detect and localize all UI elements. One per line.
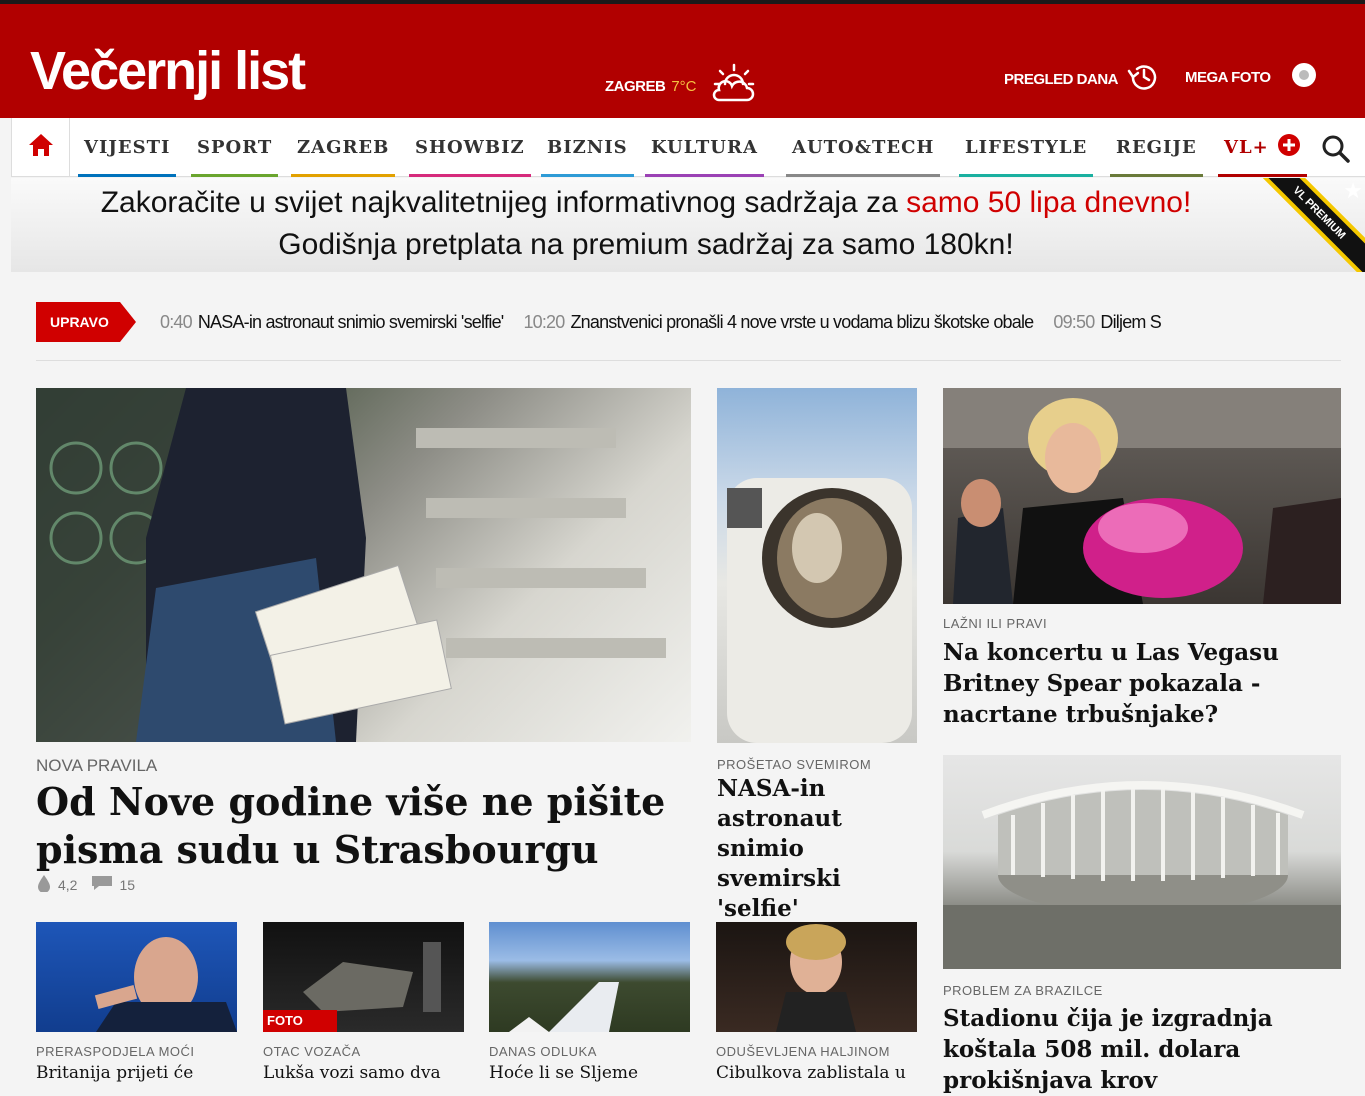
small-story-title[interactable]: Lukša vozi samo dva xyxy=(263,1063,441,1083)
small-story-image[interactable] xyxy=(716,922,917,1032)
plus-circle-icon xyxy=(1277,133,1301,162)
site-logo[interactable]: Večernji list xyxy=(30,40,306,102)
nav-regije[interactable]: REGIJE xyxy=(1110,118,1203,177)
main-story-title[interactable]: Od Nove godine više ne pišite pisma sudu… xyxy=(36,778,676,874)
star-icon: ★ xyxy=(1343,178,1363,203)
britney-story-image[interactable] xyxy=(943,388,1341,604)
mega-foto-label: MEGA FOTO xyxy=(1185,68,1271,86)
weather-widget[interactable]: ZAGREB 7°C xyxy=(605,62,757,111)
home-icon xyxy=(27,132,55,163)
stadium-story-image[interactable] xyxy=(943,755,1341,969)
ticker-headline[interactable]: NASA-in astronaut snimio svemirski 'self… xyxy=(198,312,504,333)
nav-kultura[interactable]: KULTURA xyxy=(645,118,764,177)
search-button[interactable] xyxy=(1321,134,1351,169)
main-navigation: VIJESTI SPORT ZAGREB SHOWBIZ BIZNIS KULT… xyxy=(11,118,1365,177)
small-story-image[interactable] xyxy=(489,922,690,1032)
britney-story-kicker: LAŽNI ILI PRAVI xyxy=(943,616,1048,631)
ticker-headline[interactable]: Diljem S xyxy=(1100,312,1161,333)
nav-lifestyle[interactable]: LIFESTYLE xyxy=(959,118,1094,177)
rating-value: 4,2 xyxy=(58,876,78,893)
history-icon xyxy=(1126,62,1160,96)
main-story-image[interactable] xyxy=(36,388,691,742)
main-story-meta: 4,2 15 xyxy=(36,874,135,895)
ticker-time: 10:20 xyxy=(523,311,565,332)
britney-story-title[interactable]: Na koncertu u Las Vegasu Britney Spear p… xyxy=(943,637,1353,730)
stadium-story-kicker: PROBLEM ZA BRAZILCE xyxy=(943,983,1103,998)
nav-auto-tech[interactable]: AUTO&TECH xyxy=(786,118,941,177)
search-icon xyxy=(1321,135,1351,168)
ticker-time: 0:40 xyxy=(160,311,193,332)
small-story-title[interactable]: Cibulkova zablistala u xyxy=(716,1063,906,1083)
nav-biznis[interactable]: BIZNIS xyxy=(541,118,634,177)
pregled-dana-label: PREGLED DANA xyxy=(1004,70,1119,88)
main-story-kicker: NOVA PRAVILA xyxy=(36,756,158,775)
weather-city: ZAGREB xyxy=(605,78,666,95)
ticker-items: 0:40 NASA-in astronaut snimio svemirski '… xyxy=(160,302,1300,342)
astronaut-story-image[interactable] xyxy=(717,388,917,743)
nav-sport[interactable]: SPORT xyxy=(191,118,279,177)
small-story-kicker: OTAC VOZAČA xyxy=(263,1044,361,1059)
ticker-headline[interactable]: Znanstvenici pronašli 4 nove vrste u vod… xyxy=(570,312,1034,333)
astronaut-story-title[interactable]: NASA-in astronaut snimio svemirski 'self… xyxy=(717,774,922,924)
premium-line-1: Zakoračite u svijet najkvalitetnijeg inf… xyxy=(100,186,1192,219)
small-story-image[interactable] xyxy=(36,922,237,1032)
small-story-title[interactable]: Hoće li se Sljeme xyxy=(489,1063,638,1083)
small-story-image[interactable]: FOTO xyxy=(263,922,464,1032)
small-story-kicker: ODUŠEVLJENA HALJINOM xyxy=(716,1044,890,1059)
home-button[interactable] xyxy=(11,118,70,177)
camera-lens-icon xyxy=(1291,62,1317,92)
ticker-time: 09:50 xyxy=(1053,311,1095,332)
news-ticker: UPRAVO 0:40 NASA-in astronaut snimio svem… xyxy=(36,302,1341,342)
comment-icon xyxy=(91,875,113,894)
foto-badge: FOTO xyxy=(263,1010,337,1032)
small-story-kicker: DANAS ODLUKA xyxy=(489,1044,597,1059)
weather-temp: 7°C xyxy=(671,78,697,95)
nav-vijesti[interactable]: VIJESTI xyxy=(78,118,177,177)
small-story-title[interactable]: Britanija prijeti će xyxy=(36,1063,193,1083)
nav-vl-plus[interactable]: VL+ xyxy=(1218,118,1307,177)
divider xyxy=(36,360,1341,361)
rating-icon xyxy=(36,874,52,895)
small-story-kicker: PRERASPODJELA MOĆI xyxy=(36,1044,195,1059)
site-header: Večernji list ZAGREB 7°C PREGLED DANA ME… xyxy=(0,4,1365,118)
stadium-story-title[interactable]: Stadionu čija je izgradnja koštala 508 m… xyxy=(943,1003,1353,1096)
astronaut-story-kicker: PROŠETAO SVEMIROM xyxy=(717,757,872,772)
nav-zagreb[interactable]: ZAGREB xyxy=(291,118,396,177)
ticker-tag: UPRAVO xyxy=(36,302,136,342)
premium-line-2: Godišnja pretplata na premium sadržaj za… xyxy=(278,228,1014,261)
nav-showbiz[interactable]: SHOWBIZ xyxy=(409,118,531,177)
mega-foto-link[interactable]: MEGA FOTO xyxy=(1185,62,1317,92)
premium-banner[interactable]: Zakoračite u svijet najkvalitetnijeg inf… xyxy=(11,178,1365,272)
pregled-dana-link[interactable]: PREGLED DANA xyxy=(1004,62,1160,96)
partly-cloudy-icon xyxy=(711,62,757,111)
comment-count: 15 xyxy=(119,876,136,893)
